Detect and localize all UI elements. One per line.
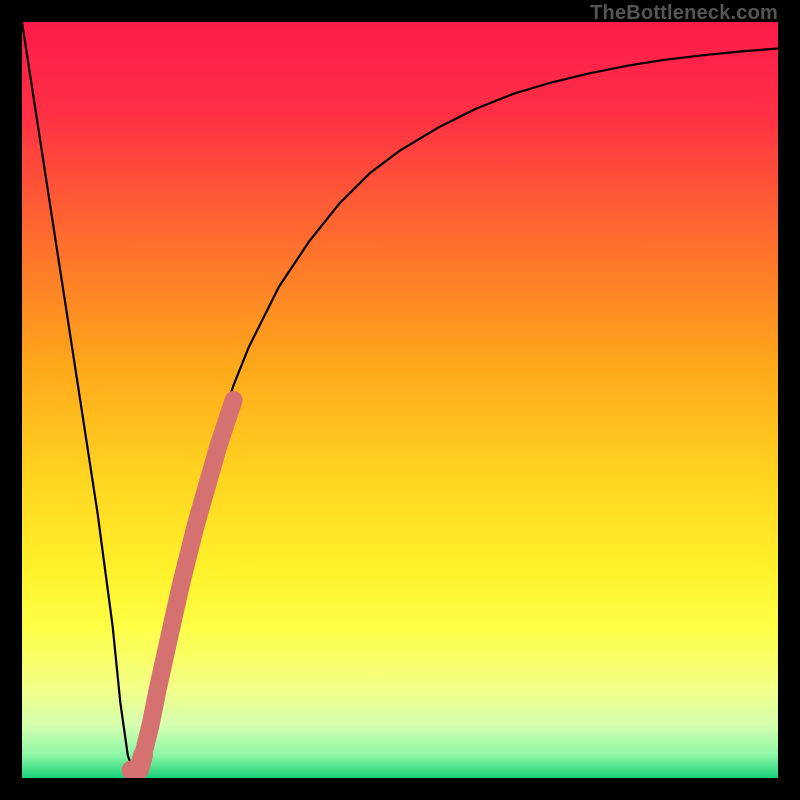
gradient-background [22,22,778,778]
plot-area [22,22,778,778]
outer-frame: TheBottleneck.com [0,0,800,800]
bottleneck-chart [22,22,778,778]
